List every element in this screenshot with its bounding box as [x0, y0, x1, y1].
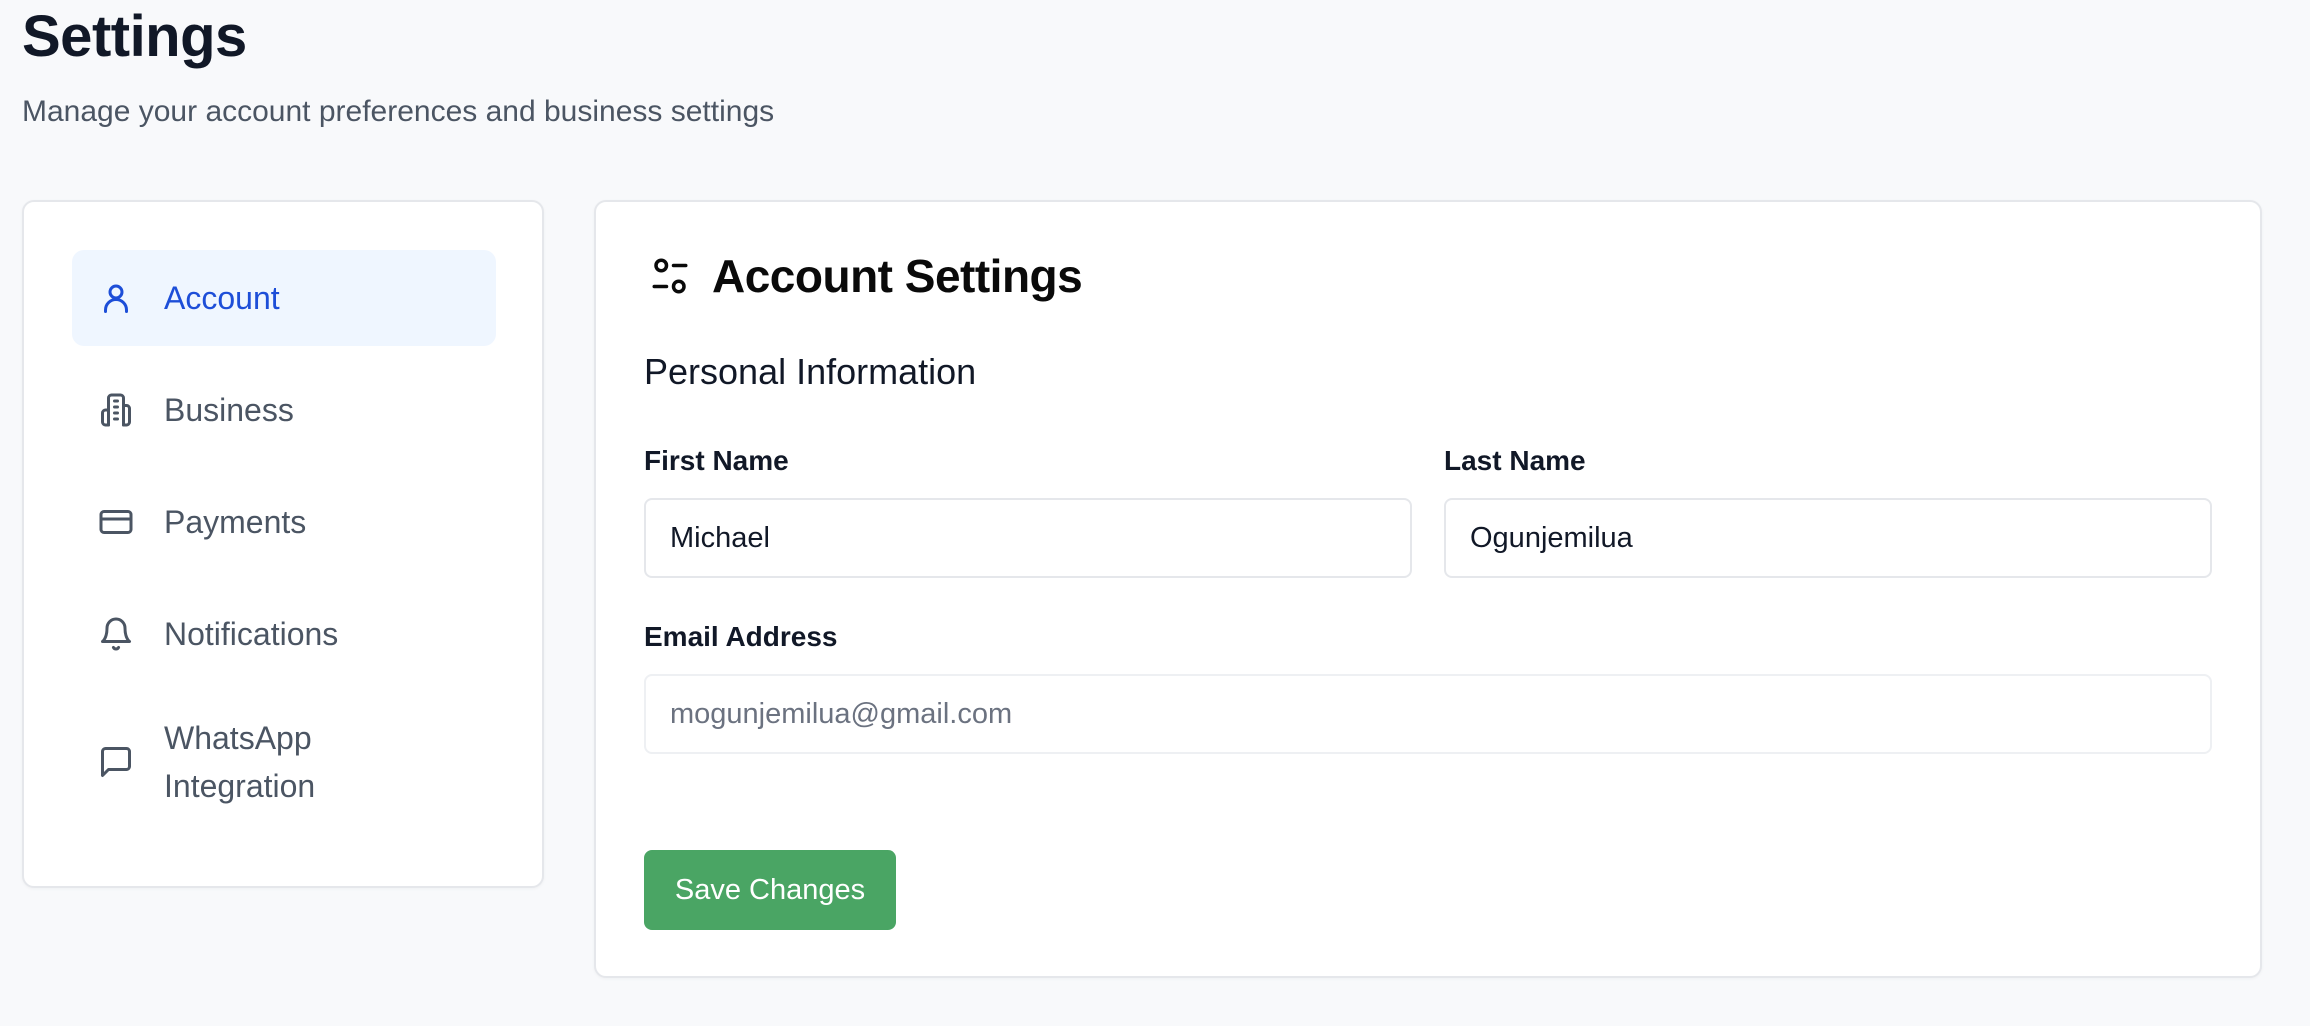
sidebar-item-payments[interactable]: Payments	[72, 474, 496, 570]
sidebar-item-business[interactable]: Business	[72, 362, 496, 458]
sidebar-item-whatsapp-integration[interactable]: WhatsApp Integration	[72, 698, 496, 826]
building-icon	[96, 390, 136, 430]
sidebar-item-label: Account	[164, 280, 280, 316]
sidebar-item-label: Notifications	[164, 616, 339, 652]
settings-sidebar: Account Business Payments Notifications …	[22, 200, 544, 888]
panel-title: Account Settings	[712, 250, 1083, 302]
email-field[interactable]	[644, 674, 2212, 754]
page-title: Settings	[22, 4, 247, 69]
section-title-personal-information: Personal Information	[644, 351, 977, 392]
sidebar-item-notifications[interactable]: Notifications	[72, 586, 496, 682]
last-name-field[interactable]	[1444, 498, 2212, 578]
panel-header: Account Settings	[648, 248, 1083, 304]
bell-icon	[96, 614, 136, 654]
account-settings-panel: Account Settings Personal Information Fi…	[594, 200, 2262, 978]
settings-sliders-icon	[648, 254, 692, 298]
save-changes-button[interactable]: Save Changes	[644, 850, 896, 930]
first-name-field[interactable]	[644, 498, 1412, 578]
sidebar-item-label: Payments	[164, 504, 307, 540]
email-label: Email Address	[644, 621, 838, 652]
user-icon	[96, 278, 136, 318]
message-icon	[96, 742, 136, 782]
sidebar-item-label: Business	[164, 392, 294, 428]
sidebar-item-account[interactable]: Account	[72, 250, 496, 346]
first-name-label: First Name	[644, 445, 789, 476]
last-name-label: Last Name	[1444, 445, 1586, 476]
sidebar-item-label: WhatsApp Integration	[164, 720, 316, 804]
credit-card-icon	[96, 502, 136, 542]
page-subtitle: Manage your account preferences and busi…	[22, 95, 775, 128]
